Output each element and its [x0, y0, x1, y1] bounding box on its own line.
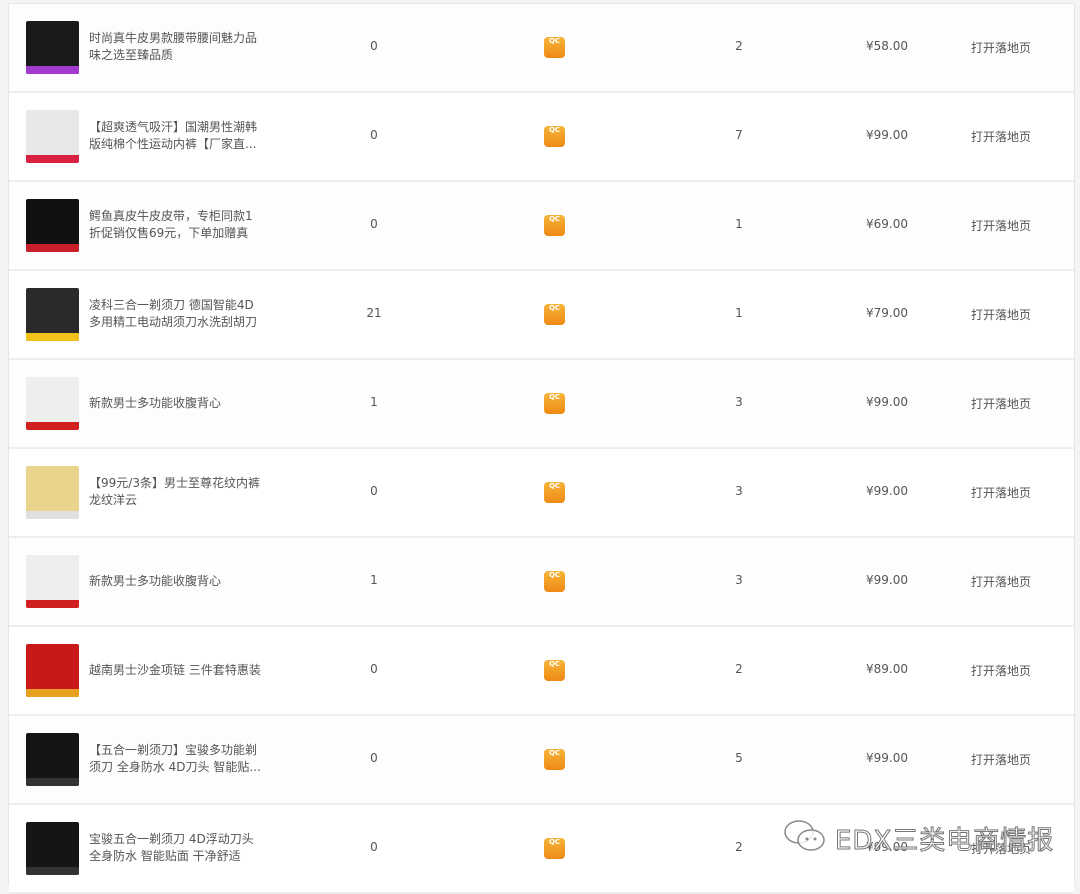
product-title: 宝骏五合一剃须刀 4D浮动刀头全身防水 智能贴面 干净舒适 [89, 832, 254, 863]
quantity-value: 1 [735, 306, 743, 320]
price-value: ¥99.00 [866, 751, 908, 765]
price-value: ¥79.00 [866, 306, 908, 320]
product-thumbnail[interactable] [26, 822, 79, 875]
product-thumbnail[interactable] [26, 555, 79, 608]
app-icon: QC [544, 660, 565, 681]
app-icon: QC [544, 126, 565, 147]
open-landing-page-link[interactable]: 打开落地页 [971, 662, 1031, 679]
quantity-value: 3 [735, 395, 743, 409]
price-value: ¥99.00 [866, 128, 908, 142]
quantity-value: 7 [735, 128, 743, 142]
quantity-value: 5 [735, 751, 743, 765]
table-row: 鳄鱼真皮牛皮皮带，专柜同款1折促销仅售69元，下单加赠真皮... 0 QC 1 … [9, 182, 1074, 271]
count-value: 0 [370, 840, 378, 854]
count-value: 0 [370, 484, 378, 498]
product-table: 时尚真牛皮男款腰带腰间魅力品味之选至臻品质 0 QC 2 ¥58.00 打开落地… [8, 3, 1075, 894]
quantity-value: 3 [735, 484, 743, 498]
product-thumbnail[interactable] [26, 644, 79, 697]
product-title: 鳄鱼真皮牛皮皮带，专柜同款1折促销仅售69元，下单加赠真皮... [89, 209, 253, 240]
app-icon: QC [544, 215, 565, 236]
count-value: 21 [366, 306, 382, 320]
product-thumbnail[interactable] [26, 288, 79, 341]
count-value: 0 [370, 128, 378, 142]
quantity-value: 2 [735, 662, 743, 676]
open-landing-page-link[interactable]: 打开落地页 [971, 395, 1031, 412]
price-value: ¥89.00 [866, 662, 908, 676]
wechat-icon [784, 820, 825, 851]
open-landing-page-link[interactable]: 打开落地页 [971, 484, 1031, 501]
price-value: ¥99.00 [866, 395, 908, 409]
price-value: ¥69.00 [866, 217, 908, 231]
product-title: 新款男士多功能收腹背心 [89, 396, 222, 410]
price-value: ¥99.00 [866, 573, 908, 587]
product-title: 凌科三合一剃须刀 德国智能4D多用精工电动胡须刀水洗刮胡刀 [89, 298, 258, 329]
table-row: 凌科三合一剃须刀 德国智能4D多用精工电动胡须刀水洗刮胡刀 21 QC 1 ¥7… [9, 271, 1074, 360]
quantity-value: 3 [735, 573, 743, 587]
open-landing-page-link[interactable]: 打开落地页 [971, 751, 1031, 768]
open-landing-page-link[interactable]: 打开落地页 [971, 573, 1031, 590]
open-landing-page-link[interactable]: 打开落地页 [971, 306, 1031, 323]
count-value: 0 [370, 39, 378, 53]
product-thumbnail[interactable] [26, 466, 79, 519]
open-landing-page-link[interactable]: 打开落地页 [971, 128, 1031, 145]
product-thumbnail[interactable] [26, 110, 79, 163]
price-value: ¥58.00 [866, 39, 908, 53]
app-icon: QC [544, 571, 565, 592]
app-icon: QC [544, 482, 565, 503]
table-row: 新款男士多功能收腹背心 1 QC 3 ¥99.00 打开落地页 [9, 538, 1074, 627]
quantity-value: 2 [735, 840, 743, 854]
app-icon: QC [544, 838, 565, 859]
table-row: 【五合一剃须刀】宝骏多功能剃须刀 全身防水 4D刀头 智能贴... 0 QC 5… [9, 716, 1074, 805]
count-value: 0 [370, 662, 378, 676]
table-row: 新款男士多功能收腹背心 1 QC 3 ¥99.00 打开落地页 [9, 360, 1074, 449]
watermark: EDX三类电商情报 [834, 826, 1055, 857]
table-row: 【99元/3条】男士至尊花纹内裤龙纹洋云 0 QC 3 ¥99.00 打开落地页 [9, 449, 1074, 538]
count-value: 1 [370, 395, 378, 409]
app-icon: QC [544, 37, 565, 58]
product-title: 【超爽透气吸汗】国潮男性潮韩版纯棉个性运动内裤【厂家直... [89, 120, 258, 151]
product-thumbnail[interactable] [26, 733, 79, 786]
open-landing-page-link[interactable]: 打开落地页 [971, 39, 1031, 56]
price-value: ¥99.00 [866, 484, 908, 498]
app-icon: QC [544, 304, 565, 325]
product-title: 越南男士沙金项链 三件套特惠装 [89, 663, 261, 677]
product-thumbnail[interactable] [26, 21, 79, 74]
app-icon: QC [544, 393, 565, 414]
count-value: 0 [370, 751, 378, 765]
product-title: 【99元/3条】男士至尊花纹内裤龙纹洋云 [89, 476, 260, 507]
product-title: 新款男士多功能收腹背心 [89, 574, 222, 588]
product-thumbnail[interactable] [26, 377, 79, 430]
open-landing-page-link[interactable]: 打开落地页 [971, 217, 1031, 234]
count-value: 1 [370, 573, 378, 587]
product-thumbnail[interactable] [26, 199, 79, 252]
product-title: 时尚真牛皮男款腰带腰间魅力品味之选至臻品质 [89, 31, 258, 62]
app-icon: QC [544, 749, 565, 770]
product-title: 【五合一剃须刀】宝骏多功能剃须刀 全身防水 4D刀头 智能贴... [89, 743, 261, 774]
quantity-value: 1 [735, 217, 743, 231]
table-row: 时尚真牛皮男款腰带腰间魅力品味之选至臻品质 0 QC 2 ¥58.00 打开落地… [9, 4, 1074, 93]
table-row: 【超爽透气吸汗】国潮男性潮韩版纯棉个性运动内裤【厂家直... 0 QC 7 ¥9… [9, 93, 1074, 182]
quantity-value: 2 [735, 39, 743, 53]
table-row: 越南男士沙金项链 三件套特惠装 0 QC 2 ¥89.00 打开落地页 [9, 627, 1074, 716]
count-value: 0 [370, 217, 378, 231]
